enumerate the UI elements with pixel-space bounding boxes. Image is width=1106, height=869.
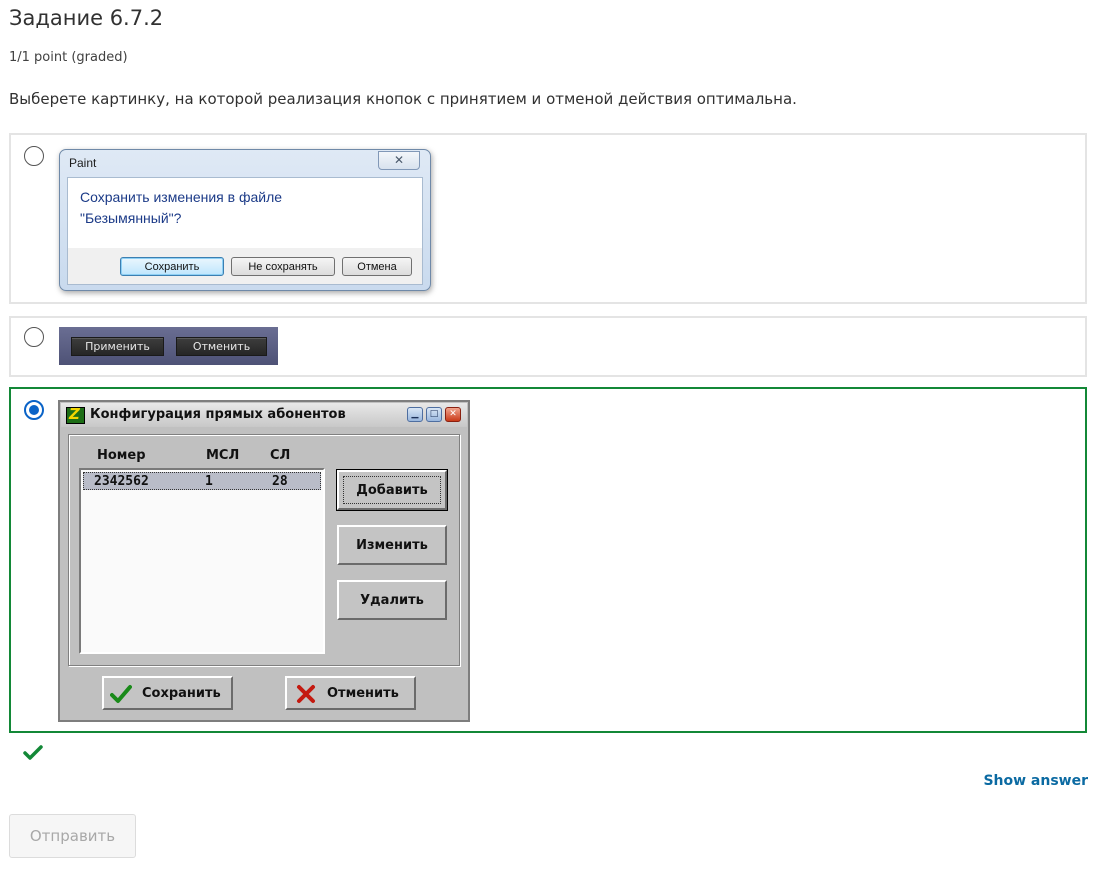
paint-dialog-title: Paint: [69, 156, 97, 170]
apply-button: Применить: [71, 337, 164, 356]
choice-1-radio[interactable]: [24, 146, 44, 166]
close-icon: ✕: [378, 151, 420, 170]
choice-3-radio[interactable]: [24, 400, 44, 420]
edit-button: Изменить: [337, 525, 447, 565]
question-text: Выберете картинку, на которой реализация…: [9, 90, 797, 108]
choice-1[interactable]: Paint ✕ Сохранить изменения в файле "Без…: [9, 133, 1087, 304]
column-header-msl: МСЛ: [206, 448, 240, 463]
cancel-button: Отменить: [176, 337, 267, 356]
points-label: 1/1 point (graded): [9, 50, 128, 65]
delete-button: Удалить: [337, 580, 447, 620]
choice-3-image: Конфигурация прямых абонентов ▁ □ ✕ Номе…: [58, 400, 470, 722]
app-logo-icon: [66, 405, 85, 424]
message-line-1: Сохранить изменения в файле: [80, 189, 283, 205]
show-answer-link[interactable]: Show answer: [983, 773, 1088, 789]
add-button: Добавить: [336, 469, 448, 511]
column-header-number: Номер: [97, 448, 146, 463]
choice-2-image: Применить Отменить: [59, 327, 278, 365]
close-icon: ✕: [445, 407, 461, 422]
correct-check-icon: [23, 745, 43, 760]
paint-dialog-footer: Сохранить Не сохранять Отмена: [67, 248, 423, 285]
choice-2-radio[interactable]: [24, 327, 44, 347]
paint-cancel-button: Отмена: [342, 257, 412, 276]
maximize-icon: □: [426, 407, 442, 422]
save-button-label: Сохранить: [142, 686, 221, 701]
row-msl: 1: [205, 474, 213, 489]
column-header-sl: СЛ: [270, 448, 291, 463]
paint-dialog-message: Сохранить изменения в файле "Безымянный"…: [80, 187, 282, 229]
paint-save-button: Сохранить: [120, 257, 224, 276]
cancel-button: Отменить: [285, 676, 416, 710]
problem-title: Задание 6.7.2: [9, 6, 164, 30]
paint-dont-save-button: Не сохранять: [231, 257, 335, 276]
minimize-icon: ▁: [407, 407, 423, 422]
row-number: 2342562: [94, 474, 149, 489]
cancel-button-label: Отменить: [327, 686, 399, 701]
message-line-2: "Безымянный"?: [80, 210, 182, 226]
subscriber-list: 2342562 1 28: [79, 468, 325, 654]
classic-dialog-title: Конфигурация прямых абонентов: [90, 407, 346, 422]
classic-titlebar: Конфигурация прямых абонентов ▁ □ ✕: [61, 403, 467, 427]
choice-1-image: Paint ✕ Сохранить изменения в файле "Без…: [59, 149, 431, 291]
save-button: Сохранить: [102, 676, 233, 710]
choice-2[interactable]: Применить Отменить: [9, 316, 1087, 377]
checkmark-icon: [110, 685, 132, 703]
table-row: 2342562 1 28: [83, 472, 321, 490]
cross-icon: [297, 685, 315, 703]
paint-dialog-body: Сохранить изменения в файле "Безымянный"…: [67, 177, 423, 250]
submit-button[interactable]: Отправить: [9, 814, 136, 858]
row-sl: 28: [272, 474, 288, 489]
choice-3[interactable]: Конфигурация прямых абонентов ▁ □ ✕ Номе…: [9, 387, 1087, 733]
